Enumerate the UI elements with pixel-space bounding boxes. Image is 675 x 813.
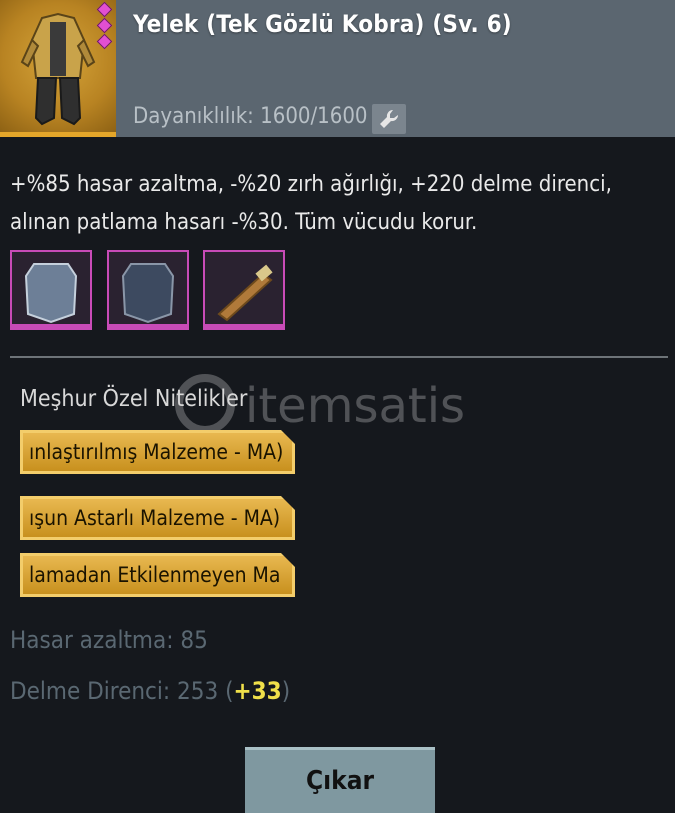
perk-item-3[interactable]: lamadan Etkilenmeyen Ma: [20, 553, 295, 597]
remove-button[interactable]: Çıkar: [245, 747, 435, 813]
penetration-suffix: ): [281, 677, 291, 705]
attachment-slot-3[interactable]: [203, 250, 285, 330]
item-description: +%85 hasar azaltma, -%20 zırh ağırlığı, …: [10, 172, 612, 235]
rarity-pips: [96, 1, 112, 52]
durability-text: Dayanıklılık: 1600/1600: [133, 104, 368, 129]
penetration-label: Delme Direnci: 253 (: [10, 677, 234, 705]
section-divider: [10, 356, 668, 358]
damage-reduction-stat: Hasar azaltma: 85: [10, 626, 208, 654]
attachment-slot-1[interactable]: [10, 250, 92, 330]
perk-item-2[interactable]: ışun Astarlı Malzeme - MA): [20, 496, 295, 540]
perks-section-title: Meşhur Özel Nitelikler: [20, 386, 248, 412]
svg-text:itemsatis: itemsatis: [245, 378, 465, 434]
perk-item-1[interactable]: ınlaştırılmış Malzeme - MA): [20, 430, 295, 474]
rarity-pip: [96, 1, 112, 18]
rarity-pip: [96, 33, 112, 50]
strap-icon: [217, 264, 273, 322]
rarity-pip: [96, 17, 112, 34]
attachment-slot-2[interactable]: [107, 250, 189, 330]
dark-armor-plate-icon: [121, 263, 175, 324]
penetration-stat: Delme Direnci: 253 (+33): [10, 677, 290, 705]
armor-plate-icon: [24, 263, 78, 324]
item-title: Yelek (Tek Gözlü Kobra) (Sv. 6): [133, 10, 512, 38]
item-header: Yelek (Tek Gözlü Kobra) (Sv. 6) Dayanıkl…: [0, 0, 675, 137]
wrench-icon: [380, 109, 399, 128]
repair-button[interactable]: [372, 104, 406, 134]
penetration-bonus: +33: [233, 677, 282, 705]
